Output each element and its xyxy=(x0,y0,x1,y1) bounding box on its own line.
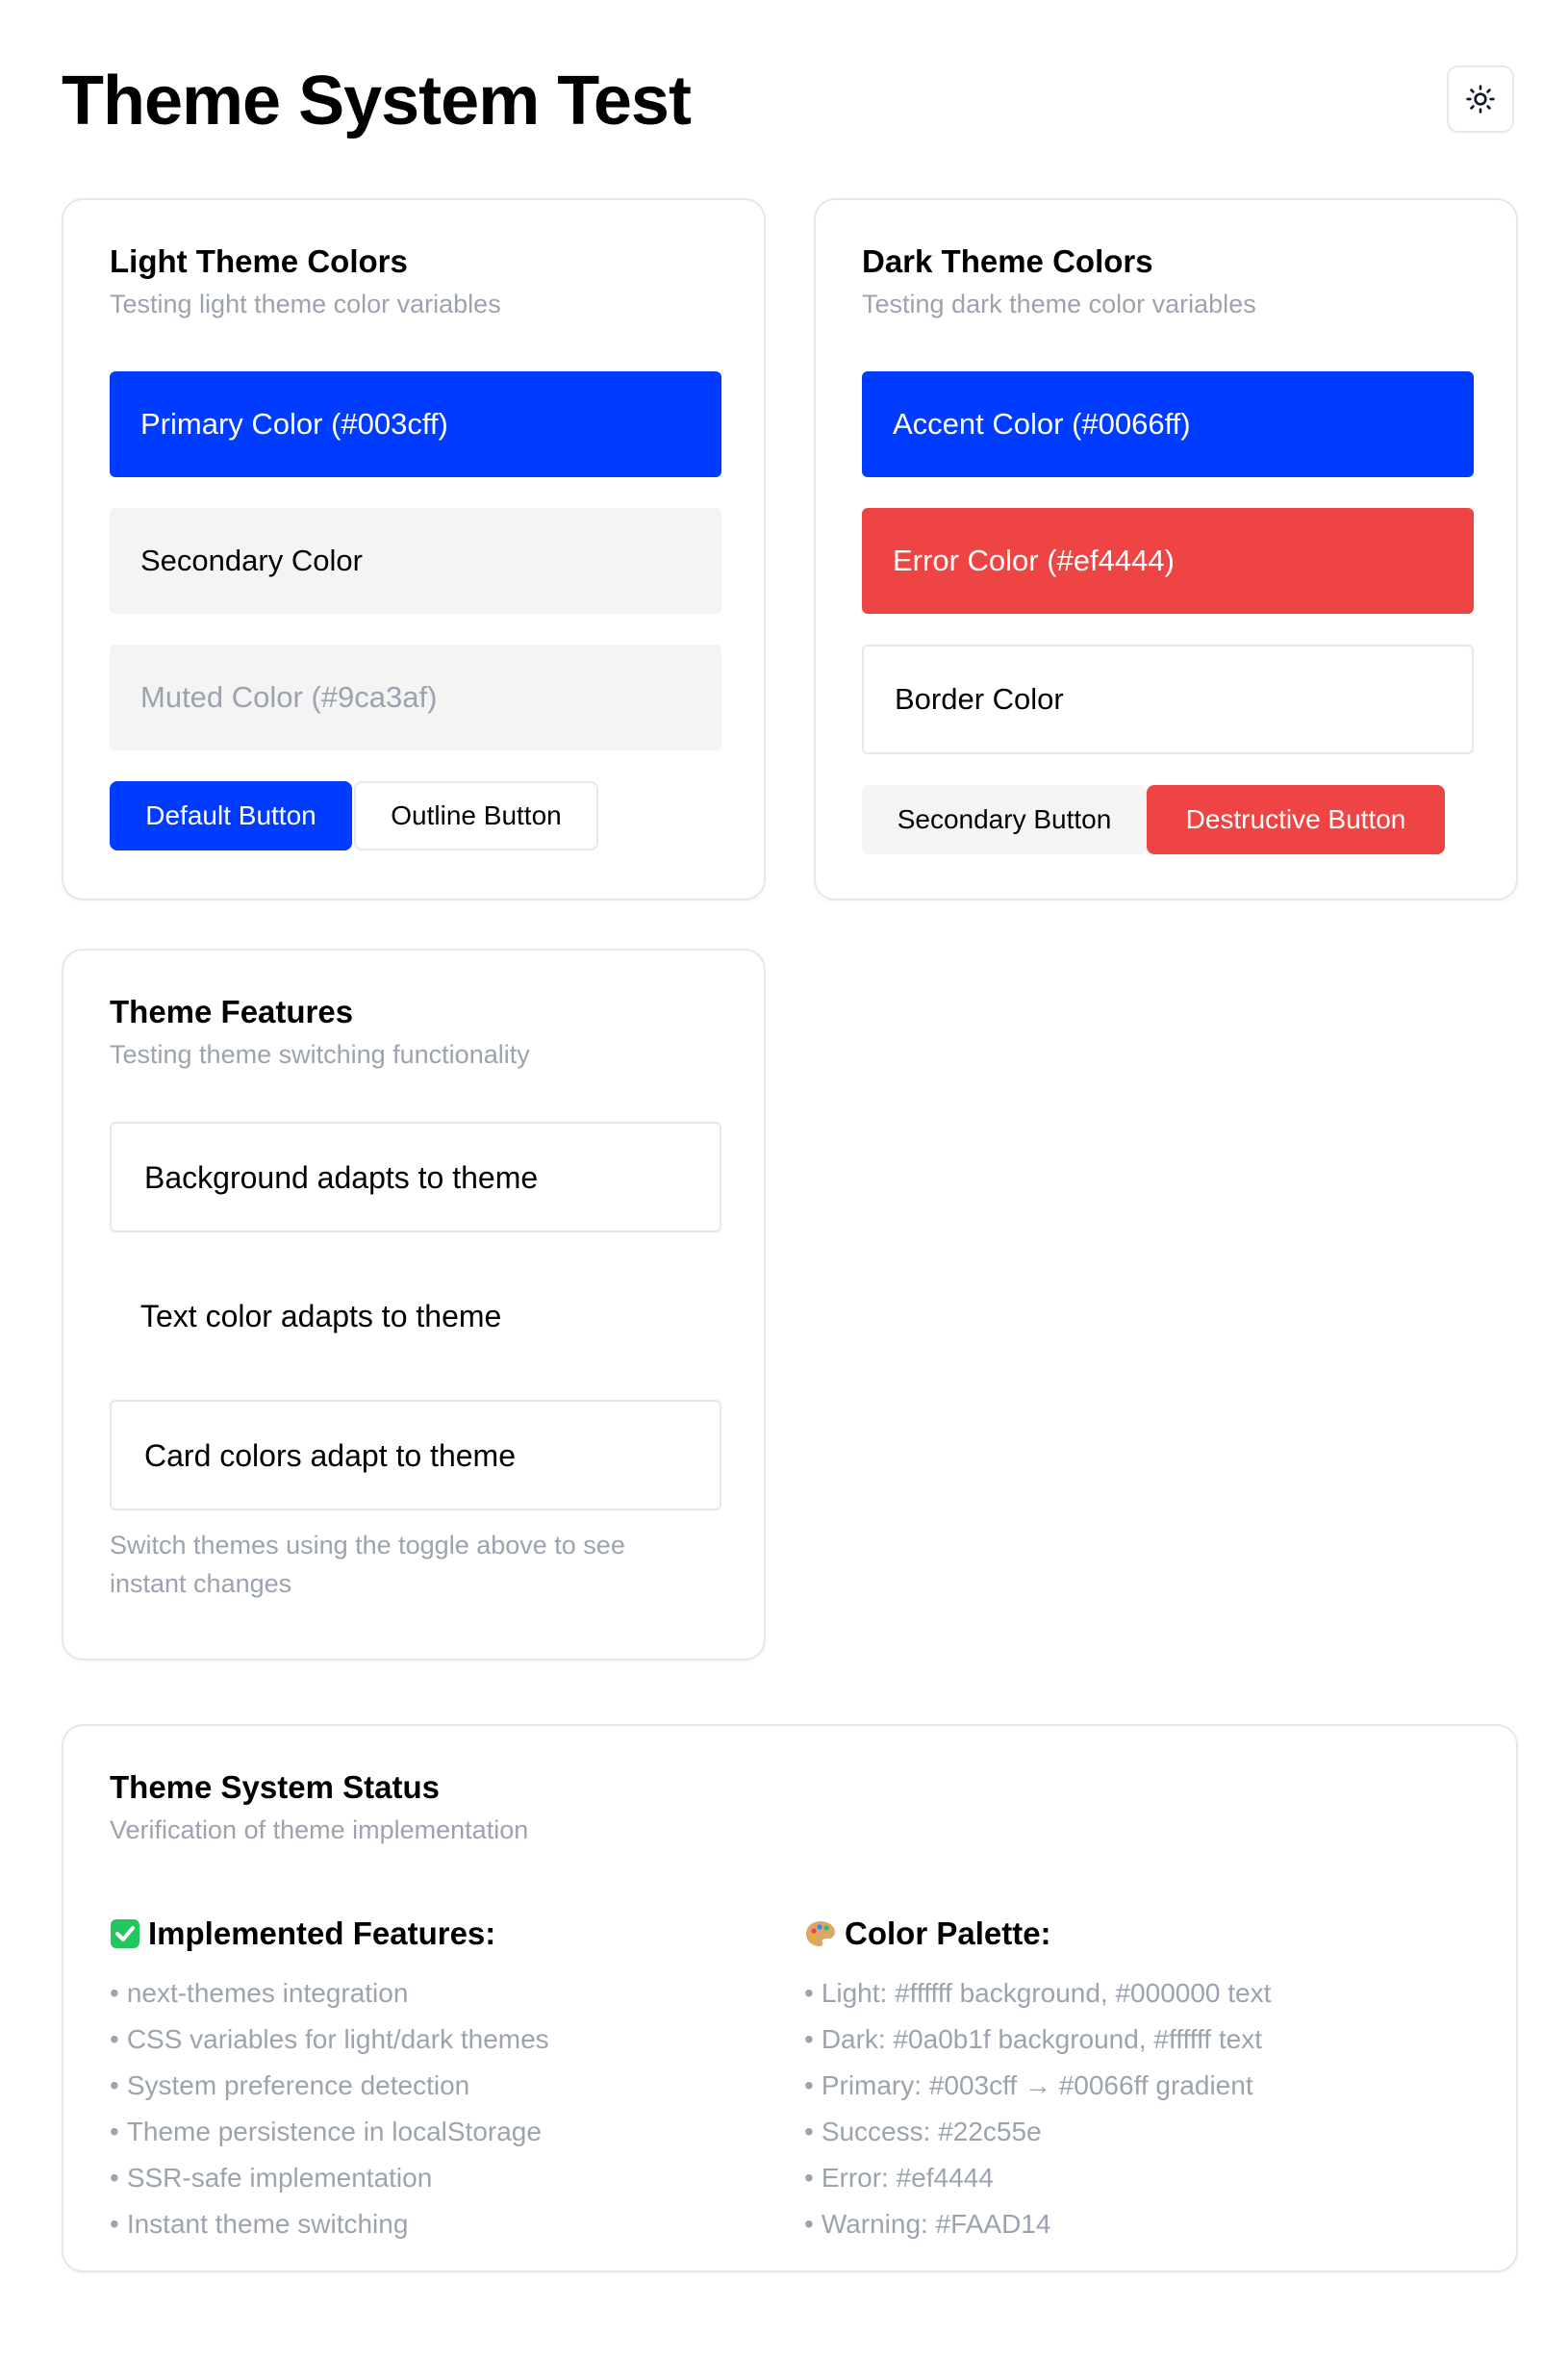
secondary-color-swatch: Secondary Color xyxy=(110,508,721,614)
list-item: • Primary: #003cff → #0066ff gradient xyxy=(804,2070,1253,2100)
theme-switch-note: Switch themes using the toggle above to … xyxy=(110,1531,625,1598)
sun-icon xyxy=(1466,85,1495,114)
feature-background: Background adapts to theme xyxy=(110,1122,721,1232)
card-description: Testing theme switching functionality xyxy=(110,1040,530,1069)
color-palette-label: Color Palette: xyxy=(845,1915,1051,1951)
theme-features-card: Theme Features Testing theme switching f… xyxy=(62,949,766,1661)
list-item: • System preference detection xyxy=(110,2070,470,2100)
implemented-features-list: • next-themes integration • CSS variables … xyxy=(110,1970,549,2247)
theme-toggle-button[interactable] xyxy=(1447,65,1514,133)
implemented-features-heading: Implemented Features: xyxy=(110,1915,495,1953)
list-item: • Warning: #FAAD14 xyxy=(804,2209,1051,2239)
card-description: Verification of theme implementation xyxy=(110,1815,529,1844)
list-item: • CSS variables for light/dark themes xyxy=(110,2024,549,2054)
list-item: • Dark: #0a0b1f background, #ffffff text xyxy=(804,2024,1262,2054)
secondary-button[interactable]: Secondary Button xyxy=(862,785,1147,854)
list-item: • Theme persistence in localStorage xyxy=(110,2117,542,2146)
card-title: Light Theme Colors xyxy=(110,243,408,279)
card-title: Dark Theme Colors xyxy=(862,243,1153,279)
card-title: Theme System Status xyxy=(110,1769,440,1805)
page-title: Theme System Test xyxy=(62,63,692,140)
list-item: • Instant theme switching xyxy=(110,2209,409,2239)
dark-theme-card: Dark Theme Colors Testing dark theme col… xyxy=(814,198,1518,900)
list-item: • SSR-safe implementation xyxy=(110,2163,433,2193)
list-item: • Success: #22c55e xyxy=(804,2117,1042,2146)
implemented-features-label: Implemented Features: xyxy=(148,1915,496,1951)
muted-color-swatch: Muted Color (#9ca3af) xyxy=(110,645,721,750)
error-color-swatch: Error Color (#ef4444) xyxy=(862,508,1474,614)
outline-button[interactable]: Outline Button xyxy=(354,781,598,850)
theme-status-card: Theme System Status Verification of them… xyxy=(62,1724,1518,2272)
feature-card-colors: Card colors adapt to theme xyxy=(110,1400,721,1510)
card-description: Testing light theme color variables xyxy=(110,290,501,318)
palette-icon xyxy=(806,1921,835,1946)
page: Theme System Test Light Theme Colors Tes… xyxy=(0,0,1568,2359)
primary-color-swatch: Primary Color (#003cff) xyxy=(110,371,721,477)
color-palette-heading: Color Palette: xyxy=(804,1915,1051,1953)
card-description: Testing dark theme color variables xyxy=(862,290,1256,318)
list-item: • Error: #ef4444 xyxy=(804,2163,994,2193)
list-item: • Light: #ffffff background, #000000 text xyxy=(804,1978,1272,2008)
feature-text-color: Text color adapts to theme xyxy=(140,1298,502,1333)
check-mark-icon xyxy=(111,1919,139,1948)
accent-color-swatch: Accent Color (#0066ff) xyxy=(862,371,1474,477)
destructive-button[interactable]: Destructive Button xyxy=(1147,785,1445,854)
color-palette-list: • Light: #ffffff background, #000000 text… xyxy=(804,1970,1271,2247)
border-color-swatch: Border Color xyxy=(862,645,1474,754)
light-theme-card: Light Theme Colors Testing light theme c… xyxy=(62,198,766,900)
default-button[interactable]: Default Button xyxy=(110,781,352,850)
card-title: Theme Features xyxy=(110,994,354,1029)
list-item: • next-themes integration xyxy=(110,1978,409,2008)
